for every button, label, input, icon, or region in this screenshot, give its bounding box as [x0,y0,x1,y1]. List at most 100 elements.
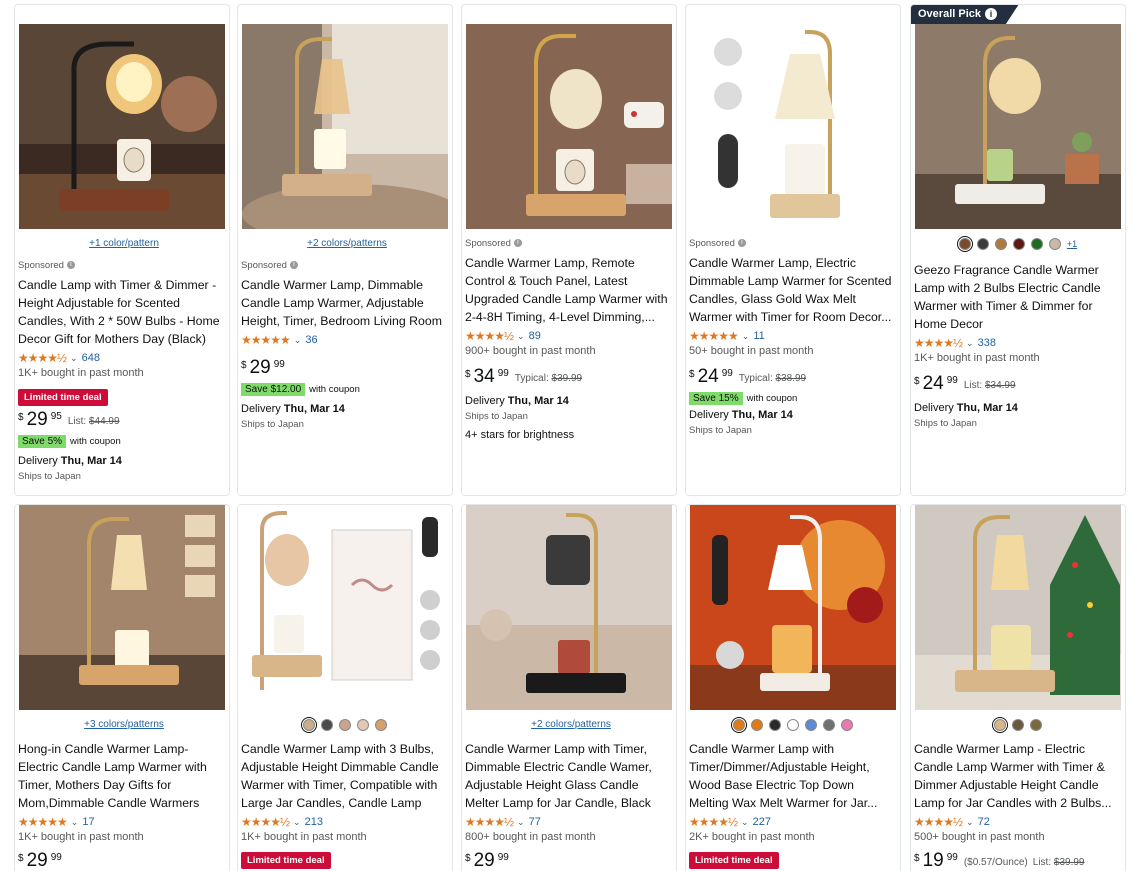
color-swatch[interactable] [976,238,989,250]
color-swatch[interactable] [751,719,763,731]
color-swatch[interactable] [357,719,369,731]
rating-count[interactable]: 338 [978,337,996,349]
product-image[interactable] [19,24,225,229]
color-swatch[interactable] [321,719,333,731]
save-coupon-badge[interactable]: Save $12.00 [241,383,306,396]
rating-count[interactable]: 227 [753,816,771,828]
rating-count[interactable]: 77 [529,816,541,828]
save-coupon-badge[interactable]: Save 15% [689,392,743,405]
product-title[interactable]: Candle Warmer Lamp with Timer/Dimmer/Adj… [689,740,894,812]
color-swatch[interactable] [992,717,1008,733]
chevron-down-icon[interactable]: ⌄ [517,331,525,342]
product-title[interactable]: Candle Warmer Lamp with 3 Bulbs, Adjusta… [241,740,446,812]
product-image[interactable] [915,24,1121,229]
rating[interactable]: ★★★★★ ⌄ 17 [18,814,229,830]
color-swatches[interactable] [238,717,452,733]
info-icon[interactable]: i [737,239,746,247]
chevron-down-icon[interactable]: ⌄ [517,817,525,828]
rating[interactable]: ★★★★½ ⌄ 338 [914,335,1125,351]
color-swatch[interactable] [1048,238,1061,250]
colors-link[interactable]: +2 colors/patterns [466,718,676,732]
product-title[interactable]: Candle Warmer Lamp with Timer, Dimmable … [465,740,670,812]
color-swatch[interactable] [731,717,747,733]
product-card[interactable]: Candle Warmer Lamp with Timer/Dimmer/Adj… [685,504,901,871]
product-title[interactable]: Hong-in Candle Warmer Lamp-Electric Cand… [18,740,223,812]
price[interactable]: $ 29 99 [18,851,229,871]
color-swatches[interactable]: +1 [911,236,1125,252]
chevron-down-icon[interactable]: ⌄ [70,353,78,364]
coupon[interactable]: Save $12.00 with coupon [241,382,452,397]
product-card[interactable]: Sponsored i Candle Warmer Lamp, Electric… [685,4,901,496]
product-title[interactable]: Candle Lamp with Timer & Dimmer - Height… [18,276,223,348]
color-swatches[interactable] [686,717,900,733]
info-icon[interactable]: i [66,261,75,269]
price[interactable]: $ 29 99 [465,851,676,871]
product-image[interactable] [915,505,1121,710]
color-swatches[interactable] [911,717,1125,733]
colors-link[interactable]: +2 colors/patterns [242,237,452,251]
rating-count[interactable]: 648 [82,352,100,364]
rating-count[interactable]: 89 [529,330,541,342]
color-swatch[interactable] [375,719,387,731]
price[interactable]: $ 19 99 ($0.57/Ounce) List: $39.99 [914,851,1125,871]
color-swatch[interactable] [1030,719,1042,731]
product-image[interactable] [690,505,896,710]
price[interactable]: $ 24 99 Typical: $38.99 [689,367,900,389]
product-title[interactable]: Candle Warmer Lamp, Remote Control & Tou… [465,254,670,326]
price[interactable]: $ 29 99 [241,358,452,380]
rating[interactable]: ★★★★½ ⌄ 77 [465,814,676,830]
price[interactable]: $ 34 99 Typical: $39.99 [465,367,676,389]
product-title[interactable]: Geezo Fragrance Candle Warmer Lamp with … [914,261,1119,333]
overall-pick-badge[interactable]: Overall Pick i [911,5,1019,24]
more-colors-link[interactable]: +1 [1067,239,1077,249]
rating-count[interactable]: 11 [753,330,764,342]
product-title[interactable]: Candle Warmer Lamp, Dimmable Candle Lamp… [241,276,446,330]
rating[interactable]: ★★★★½ ⌄ 72 [914,814,1125,830]
color-swatch[interactable] [769,719,781,731]
rating[interactable]: ★★★★½ ⌄ 213 [241,814,452,830]
color-swatch[interactable] [1012,719,1024,731]
rating-count[interactable]: 72 [978,816,990,828]
rating-count[interactable]: 17 [82,816,94,828]
chevron-down-icon[interactable]: ⌄ [294,335,302,346]
color-swatch[interactable] [823,719,835,731]
color-swatch[interactable] [805,719,817,731]
product-card[interactable]: +2 colors/patterns Candle Warmer Lamp wi… [461,504,677,871]
color-swatch[interactable] [787,719,799,731]
coupon[interactable]: Save 5% with coupon [18,434,229,449]
product-image[interactable] [690,24,896,229]
product-image[interactable] [466,505,672,710]
rating[interactable]: ★★★★½ ⌄ 227 [689,814,900,830]
chevron-down-icon[interactable]: ⌄ [741,817,749,828]
product-card[interactable]: +2 colors/patterns Sponsored i Candle Wa… [237,4,453,496]
rating[interactable]: ★★★★★ ⌄ 36 [241,332,452,348]
color-swatch[interactable] [994,238,1007,250]
save-coupon-badge[interactable]: Save 5% [18,435,67,448]
chevron-down-icon[interactable]: ⌄ [966,817,974,828]
chevron-down-icon[interactable]: ⌄ [293,817,301,828]
rating-count[interactable]: 36 [305,334,317,346]
colors-link[interactable]: +3 colors/patterns [19,718,229,732]
price[interactable]: $ 29 95 List: $44.99 [18,410,229,432]
color-swatch[interactable] [1030,238,1043,250]
product-image[interactable] [466,24,672,229]
product-card[interactable]: +3 colors/patterns Hong-in Candle Warmer… [14,504,230,871]
info-icon[interactable]: i [289,261,298,269]
product-image[interactable] [242,505,448,710]
info-icon[interactable]: i [985,8,997,20]
product-card[interactable]: +1 color/pattern Sponsored i Candle Lamp… [14,4,230,496]
rating[interactable]: ★★★★★ ⌄ 11 [689,328,900,344]
rating[interactable]: ★★★★½ ⌄ 648 [18,350,229,366]
product-card[interactable]: Candle Warmer Lamp with 3 Bulbs, Adjusta… [237,504,453,871]
product-card[interactable]: Overall Pick i +1 Geezo Fragrance Candle … [910,4,1126,496]
product-title[interactable]: Candle Warmer Lamp, Electric Dimmable La… [689,254,894,326]
chevron-down-icon[interactable]: ⌄ [742,331,750,342]
product-image[interactable] [242,24,448,229]
rating[interactable]: ★★★★½ ⌄ 89 [465,328,676,344]
info-icon[interactable]: i [513,239,522,247]
color-swatch[interactable] [1012,238,1025,250]
price[interactable]: $ 24 99 List: $34.99 [914,374,1125,396]
product-card[interactable]: Candle Warmer Lamp - Electric Candle Lam… [910,504,1126,871]
coupon[interactable]: Save 15% with coupon [689,391,900,406]
product-image[interactable] [19,505,225,710]
